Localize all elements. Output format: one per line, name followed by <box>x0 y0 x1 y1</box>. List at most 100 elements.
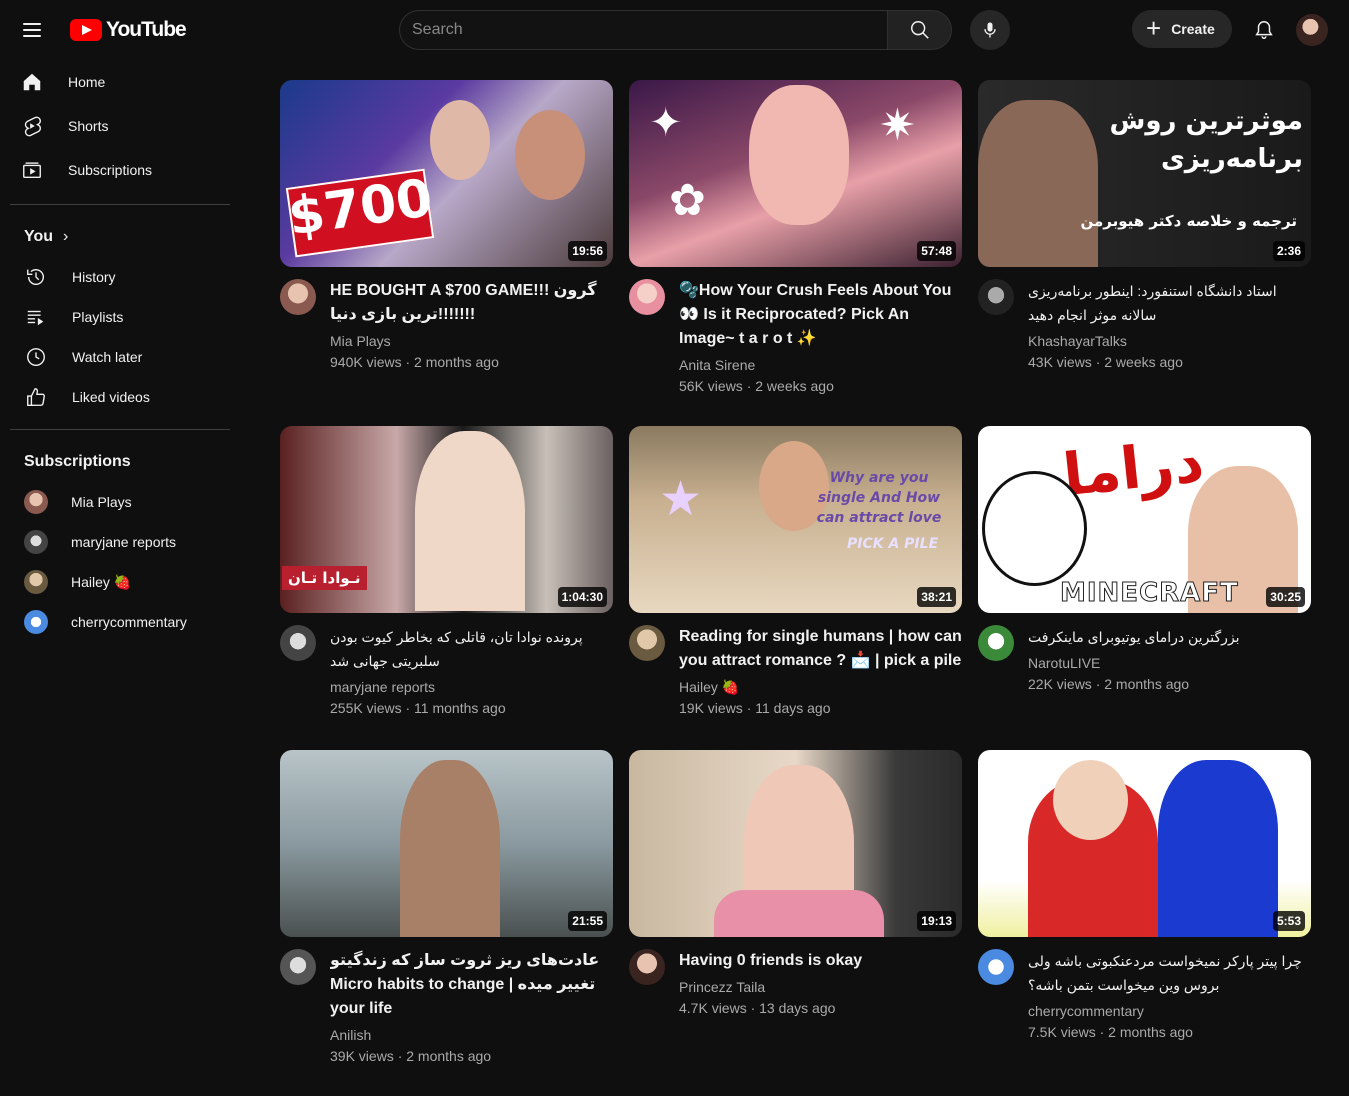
notifications-button[interactable] <box>1248 14 1280 46</box>
channel-avatar[interactable] <box>629 279 665 315</box>
video-thumbnail[interactable]: ★ Why are you single And How can attract… <box>629 426 962 613</box>
channel-avatar[interactable] <box>629 949 665 985</box>
sidebar-subscription-item[interactable]: cherrycommentary <box>0 602 240 642</box>
create-button[interactable]: + Create <box>1132 10 1232 48</box>
sidebar-item-label: Watch later <box>72 349 143 365</box>
voice-search-button[interactable] <box>970 10 1010 50</box>
video-title[interactable]: بزرگترین درامای یوتیوبرای ماینکرفت <box>1028 625 1311 649</box>
account-avatar[interactable] <box>1296 14 1328 46</box>
sidebar: Home Shorts Subscriptions You › History … <box>0 60 240 1085</box>
video-thumbnail[interactable]: نـوادا تـان 1:04:30 <box>280 426 613 613</box>
thumbnail-face <box>982 471 1087 586</box>
sidebar-item-history[interactable]: History <box>0 257 240 297</box>
sidebar-subscription-item[interactable]: Mia Plays <box>0 482 240 522</box>
channel-avatar[interactable] <box>280 279 316 315</box>
video-stats: 39K views · 2 months ago <box>330 1048 492 1064</box>
thumbnail-face <box>749 85 849 225</box>
thumbnail-face <box>978 100 1098 267</box>
channel-avatar[interactable] <box>280 625 316 661</box>
video-title[interactable]: 🫧How Your Crush Feels About You 👀 Is it … <box>679 279 962 351</box>
video-stats: 255K views · 11 months ago <box>330 700 506 716</box>
sidebar-item-label: Subscriptions <box>68 162 153 178</box>
search-input[interactable] <box>399 10 887 50</box>
thumbnail-subtext: ترجمه و خلاصه دکتر هیوبرمن <box>1080 212 1297 230</box>
channel-name[interactable]: Anita Sirene <box>679 355 962 375</box>
video-card[interactable]: نـوادا تـان 1:04:30 پرونده نوادا تان، قا… <box>280 426 613 750</box>
top-bar: YouTube + Create <box>0 0 1349 60</box>
video-title[interactable]: پرونده نوادا تان، قاتلی که بخاطر کیوت بو… <box>330 625 613 673</box>
clock-icon <box>24 345 48 369</box>
channel-name[interactable]: Hailey 🍓 <box>679 677 962 697</box>
video-duration: 5:53 <box>1272 911 1305 931</box>
sidebar-divider <box>10 204 230 205</box>
thumbnail-face <box>430 100 490 180</box>
channel-avatar[interactable] <box>978 949 1014 985</box>
menu-icon[interactable] <box>16 14 48 46</box>
sidebar-item-subscriptions[interactable]: Subscriptions <box>0 148 240 192</box>
video-card[interactable]: 5:53 چرا پیتر پارکر نمیخواست مردعنکبوتی … <box>978 750 1311 1096</box>
channel-name[interactable]: Anilish <box>330 1025 613 1045</box>
thumbnail-shirt <box>714 890 884 937</box>
subscription-name: maryjane reports <box>71 534 177 550</box>
video-card[interactable]: موثرترین روش برنامه‌ریزی ترجمه و خلاصه د… <box>978 80 1311 426</box>
sidebar-item-label: Playlists <box>72 309 124 325</box>
sidebar-item-playlists[interactable]: Playlists <box>0 297 240 337</box>
video-title[interactable]: عادت‌های ریز ثروت ساز که زندگیتو تغییر م… <box>330 949 613 1021</box>
video-duration: 38:21 <box>917 587 956 607</box>
video-thumbnail[interactable]: 19:13 <box>629 750 962 937</box>
video-stats: 4.7K views · 13 days ago <box>679 1000 836 1016</box>
sidebar-you-header[interactable]: You › <box>0 217 240 257</box>
avatar <box>24 530 48 554</box>
video-title[interactable]: Reading for single humans | how can you … <box>679 625 962 673</box>
video-card[interactable]: 19:13 Having 0 friends is okay Princezz … <box>629 750 962 1096</box>
video-thumbnail[interactable]: دراما MINECRAFT 30:25 <box>978 426 1311 613</box>
sidebar-item-label: Home <box>68 74 106 90</box>
sidebar-item-watch-later[interactable]: Watch later <box>0 337 240 377</box>
video-card[interactable]: ✦ ✿ ✷ 57:48 🫧How Your Crush Feels About … <box>629 80 962 426</box>
video-card[interactable]: 21:55 عادت‌های ریز ثروت ساز که زندگیتو ت… <box>280 750 613 1096</box>
thumbnail-text: Why are you single And How can attract l… <box>816 470 942 526</box>
avatar <box>24 490 48 514</box>
channel-avatar[interactable] <box>978 279 1014 315</box>
video-title[interactable]: Having 0 friends is okay <box>679 949 962 973</box>
search-button[interactable] <box>887 10 952 50</box>
channel-name[interactable]: Princezz Taila <box>679 977 962 997</box>
channel-avatar[interactable] <box>978 625 1014 661</box>
video-thumbnail[interactable]: 21:55 <box>280 750 613 937</box>
subscriptions-icon <box>20 158 44 182</box>
channel-name[interactable]: NarotuLIVE <box>1028 653 1311 673</box>
thumbnail-text: موثرترین روش برنامه‌ریزی <box>1109 106 1304 174</box>
video-card[interactable]: دراما MINECRAFT 30:25 بزرگترین درامای یو… <box>978 426 1311 750</box>
search-bar <box>399 10 952 50</box>
sidebar-item-shorts[interactable]: Shorts <box>0 104 240 148</box>
sidebar-subscription-item[interactable]: maryjane reports <box>0 522 240 562</box>
channel-name[interactable]: KhashayarTalks <box>1028 331 1311 351</box>
video-duration: 30:25 <box>1266 587 1305 607</box>
sidebar-item-label: Liked videos <box>72 389 150 405</box>
video-thumbnail[interactable]: $700 19:56 <box>280 80 613 267</box>
sidebar-subscription-item[interactable]: Hailey 🍓 <box>0 562 240 602</box>
subscription-name: cherrycommentary <box>71 614 187 630</box>
video-stats: 56K views · 2 weeks ago <box>679 378 834 394</box>
star-icon: ★ <box>659 473 703 526</box>
channel-avatar[interactable] <box>629 625 665 661</box>
channel-name[interactable]: Mia Plays <box>330 331 613 351</box>
thumbnail-text: دراما <box>1059 426 1207 510</box>
video-card[interactable]: ★ Why are you single And How can attract… <box>629 426 962 750</box>
search-icon <box>910 21 929 39</box>
youtube-logo[interactable]: YouTube <box>70 18 187 42</box>
channel-name[interactable]: cherrycommentary <box>1028 1001 1311 1021</box>
avatar <box>24 610 48 634</box>
video-title[interactable]: استاد دانشگاه استنفورد: اینطور برنامه‌ری… <box>1028 279 1311 327</box>
video-card[interactable]: $700 19:56 HE BOUGHT A $700 GAME!!! گرون… <box>280 80 613 426</box>
channel-name[interactable]: maryjane reports <box>330 677 613 697</box>
video-title[interactable]: HE BOUGHT A $700 GAME!!! گرون ترین بازی … <box>330 279 613 327</box>
history-icon <box>24 265 48 289</box>
channel-avatar[interactable] <box>280 949 316 985</box>
video-title[interactable]: چرا پیتر پارکر نمیخواست مردعنکبوتی باشه … <box>1028 949 1311 997</box>
sidebar-item-home[interactable]: Home <box>0 60 240 104</box>
video-thumbnail[interactable]: ✦ ✿ ✷ 57:48 <box>629 80 962 267</box>
sidebar-item-liked-videos[interactable]: Liked videos <box>0 377 240 417</box>
video-thumbnail[interactable]: 5:53 <box>978 750 1311 937</box>
video-thumbnail[interactable]: موثرترین روش برنامه‌ریزی ترجمه و خلاصه د… <box>978 80 1311 267</box>
